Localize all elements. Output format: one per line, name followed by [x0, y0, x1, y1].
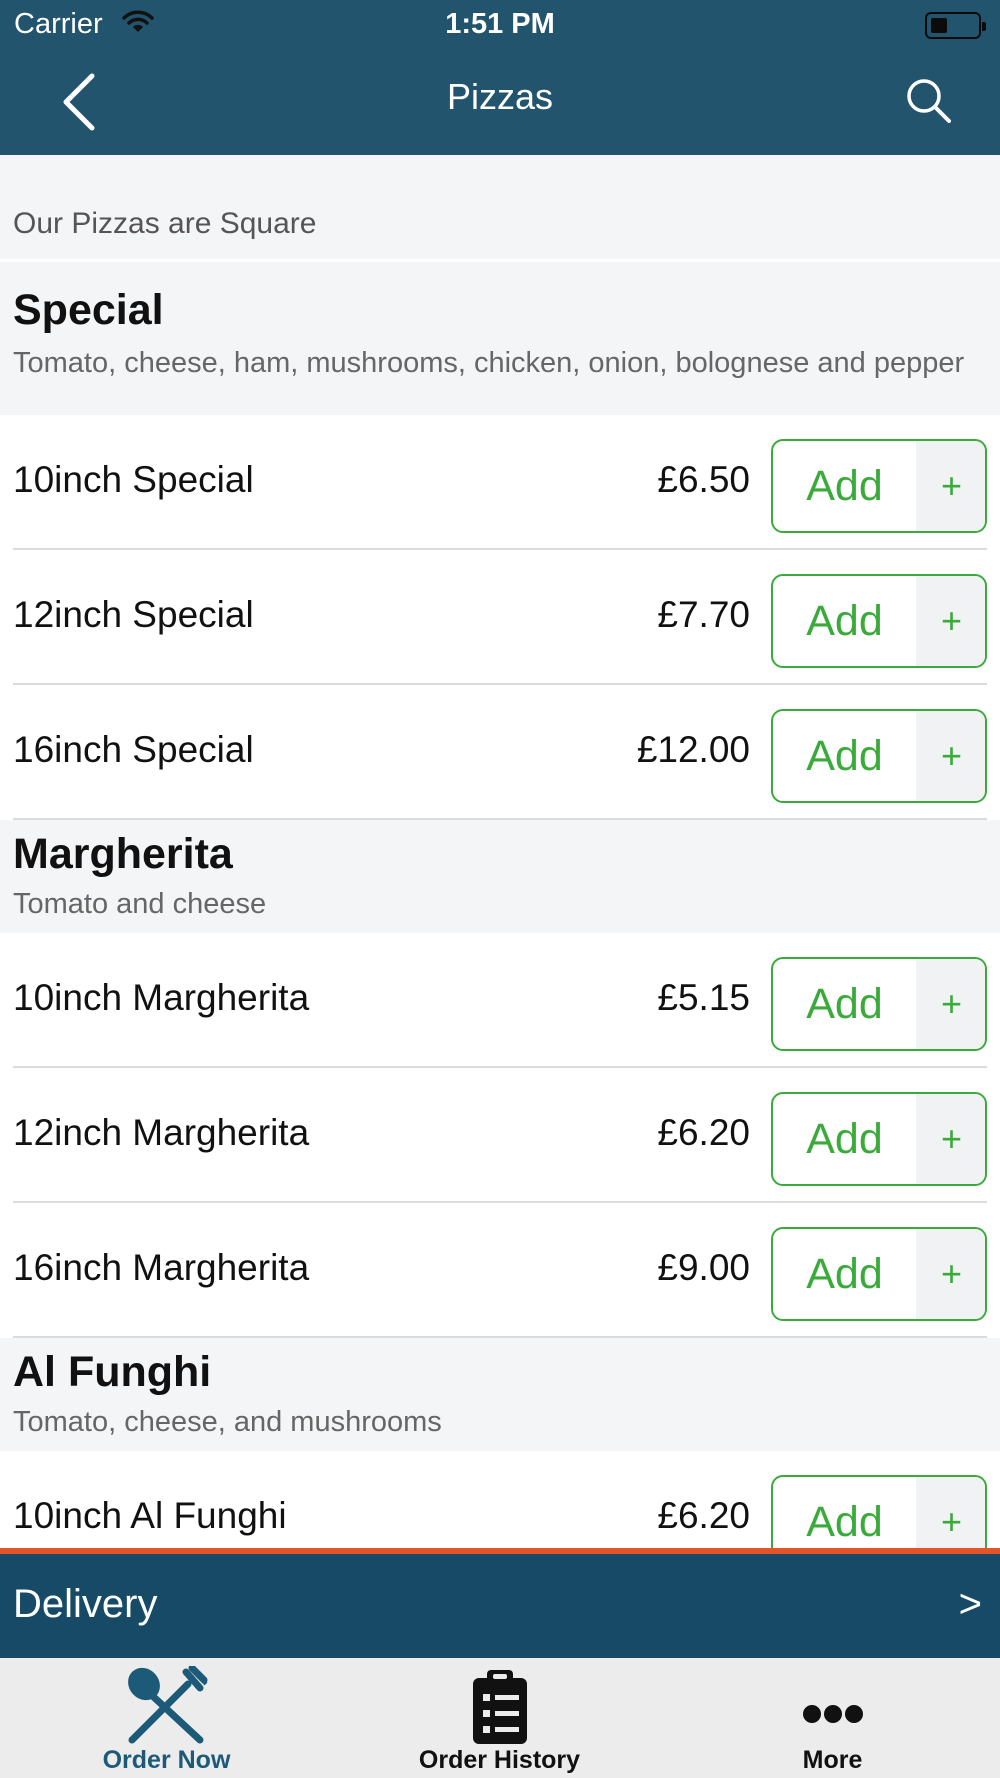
search-button[interactable] [900, 72, 960, 132]
item-price: £6.20 [657, 1495, 750, 1536]
section-title: Al Funghi [13, 1348, 212, 1396]
tab-more[interactable]: More [666, 1658, 999, 1778]
item-price: £7.70 [657, 594, 750, 635]
item-name: 10inch Margherita [13, 977, 310, 1018]
plus-icon: + [916, 1094, 985, 1184]
item-price: £6.20 [657, 1112, 750, 1153]
plus-icon: + [916, 1229, 985, 1319]
add-button[interactable]: Add + [771, 439, 987, 533]
item-price: £9.00 [657, 1247, 750, 1288]
add-button[interactable]: Add + [771, 1092, 987, 1186]
item-name: 12inch Special [13, 594, 254, 635]
plus-icon: + [916, 441, 985, 531]
add-button[interactable]: Add + [771, 1475, 987, 1548]
add-button[interactable]: Add + [771, 957, 987, 1051]
menu-list[interactable]: Our Pizzas are Square Special Tomato, ch… [0, 155, 1000, 1548]
plus-icon: + [916, 1477, 985, 1548]
section-header-al-funghi: Al Funghi Tomato, cheese, and mushrooms [0, 1338, 1000, 1454]
add-label: Add [806, 732, 883, 780]
plus-icon: + [916, 576, 985, 666]
top-bar: Carrier 1:51 PM Pizzas [0, 0, 1000, 155]
item-name: 16inch Special [13, 729, 254, 770]
tab-order-now[interactable]: Order Now [0, 1658, 333, 1778]
menu-item-row: 12inch Special £7.70 Add + [0, 550, 1000, 685]
battery-icon [925, 12, 986, 39]
item-name: 10inch Al Funghi [13, 1495, 287, 1536]
add-label: Add [806, 1250, 883, 1298]
status-time: 1:51 PM [445, 8, 555, 40]
item-price: £6.50 [657, 459, 750, 500]
add-label: Add [806, 1115, 883, 1163]
more-dots-icon [803, 1705, 863, 1723]
add-button[interactable]: Add + [771, 1227, 987, 1321]
item-name: 16inch Margherita [13, 1247, 310, 1288]
item-name: 12inch Margherita [13, 1112, 310, 1153]
add-button[interactable]: Add + [771, 574, 987, 668]
menu-item-row: 10inch Special £6.50 Add + [0, 415, 1000, 550]
tab-label: Order History [418, 1746, 581, 1774]
delivery-bar[interactable]: Delivery > [0, 1554, 1000, 1658]
status-bar: Carrier 1:51 PM [0, 0, 1000, 52]
add-label: Add [806, 597, 883, 645]
search-icon [907, 79, 951, 123]
menu-item-row: 16inch Special £12.00 Add + [0, 685, 1000, 820]
item-price: £12.00 [636, 729, 750, 770]
page-title: Pizzas [446, 76, 554, 117]
tab-order-history[interactable]: Order History [333, 1658, 666, 1778]
plus-icon: + [916, 959, 985, 1049]
add-button[interactable]: Add + [771, 709, 987, 803]
fork-knife-icon [128, 1666, 208, 1744]
menu-notice: Our Pizzas are Square [13, 207, 317, 240]
add-label: Add [806, 980, 883, 1028]
menu-item-row: 10inch Margherita £5.15 Add + [0, 933, 1000, 1068]
add-label: Add [806, 1498, 883, 1546]
section-description: Tomato and cheese [13, 888, 267, 920]
plus-icon: + [916, 711, 985, 801]
tab-label: Order Now [102, 1746, 231, 1774]
menu-item-row: 12inch Margherita £6.20 Add + [0, 1068, 1000, 1203]
section-description: Tomato, cheese, and mushrooms [13, 1406, 442, 1438]
menu-item-row: 10inch Al Funghi £6.20 Add + [0, 1451, 1000, 1548]
item-name: 10inch Special [13, 459, 254, 500]
clipboard-list-icon [473, 1670, 527, 1744]
tab-bar: Order Now Order History More [0, 1658, 1000, 1778]
section-title: Margherita [13, 830, 233, 878]
item-price: £5.15 [657, 977, 750, 1018]
tab-label: More [802, 1746, 863, 1774]
delivery-label: Delivery [13, 1582, 158, 1626]
section-title: Special [13, 286, 164, 334]
menu-item-row: 16inch Margherita £9.00 Add + [0, 1203, 1000, 1338]
section-description: Tomato, cheese, ham, mushrooms, chicken,… [13, 347, 965, 379]
add-label: Add [806, 462, 883, 510]
chevron-right-icon: > [958, 1582, 982, 1626]
